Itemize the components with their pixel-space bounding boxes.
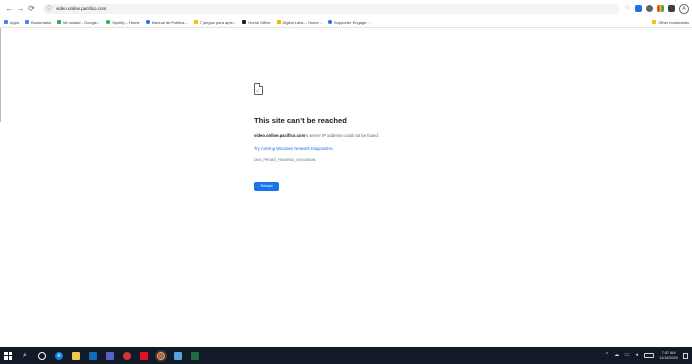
site-icon bbox=[193, 20, 198, 24]
error-description: video.online.pacifico.com’s server IP ad… bbox=[254, 133, 494, 138]
bookmark-item[interactable]: Apps bbox=[4, 20, 19, 25]
window-edge bbox=[0, 28, 1, 122]
bookmark-item[interactable]: Manual de Politica... bbox=[145, 20, 188, 25]
file-explorer-icon[interactable] bbox=[72, 351, 80, 360]
outlook-icon[interactable] bbox=[89, 351, 97, 360]
chevron-up-icon[interactable]: ^ bbox=[604, 353, 609, 358]
network-icon[interactable]: ▭ bbox=[624, 353, 629, 358]
office-icon bbox=[242, 20, 247, 24]
extension-icon[interactable] bbox=[657, 5, 664, 12]
bookmark-item[interactable]: Bookmarks bbox=[25, 20, 51, 25]
drive-icon bbox=[57, 20, 62, 24]
edge-icon[interactable]: e bbox=[55, 351, 63, 360]
bookmark-item[interactable]: Mi unidad - Google... bbox=[57, 20, 100, 25]
app-red-icon[interactable] bbox=[123, 351, 131, 360]
extension-icon[interactable] bbox=[646, 5, 653, 12]
error-host: video.online.pacifico.com bbox=[254, 133, 306, 138]
app-red2-icon[interactable] bbox=[140, 351, 148, 360]
bookmark-star-icon bbox=[25, 20, 30, 24]
bookmark-item[interactable]: 7 juegos para apre... bbox=[193, 20, 236, 25]
bookmarks-bar: Apps Bookmarks Mi unidad - Google... Spo… bbox=[0, 17, 692, 28]
extension-icon[interactable] bbox=[635, 5, 642, 12]
teams-icon[interactable] bbox=[106, 351, 114, 360]
bookmark-item[interactable]: Digital Labs – Home... bbox=[276, 20, 322, 25]
apps-icon bbox=[4, 20, 8, 24]
system-tray: ^ ☁ ▭ ◂ 7:57 AM 11/16/2020 bbox=[599, 351, 688, 360]
site-icon bbox=[276, 20, 281, 24]
windows-taskbar: ⌕ e ^ ☁ ▭ ◂ 7:57 AM 11/16/2020 bbox=[0, 347, 692, 364]
folder-icon bbox=[652, 20, 657, 24]
clock-date: 11/16/2020 bbox=[659, 355, 678, 360]
globe-icon bbox=[327, 20, 332, 24]
onedrive-icon[interactable] bbox=[174, 351, 182, 360]
star-icon[interactable]: ☆ bbox=[624, 5, 631, 12]
bookmark-item[interactable]: Spotify – Home bbox=[106, 20, 140, 25]
volume-icon[interactable]: ◂ bbox=[634, 353, 639, 358]
other-bookmarks[interactable]: Other bookmarks bbox=[652, 20, 689, 25]
clock[interactable]: 7:57 AM 11/16/2020 bbox=[659, 351, 678, 360]
globe-icon bbox=[145, 20, 150, 24]
notification-icon[interactable] bbox=[683, 352, 688, 359]
keyboard-icon[interactable] bbox=[644, 353, 655, 358]
excel-icon[interactable] bbox=[191, 351, 199, 360]
forward-icon[interactable]: → bbox=[15, 3, 26, 14]
reload-icon[interactable]: ⟳ bbox=[26, 3, 37, 14]
reload-button[interactable]: Reload bbox=[254, 182, 279, 191]
chrome-icon[interactable] bbox=[157, 351, 165, 360]
search-icon[interactable]: ⌕ bbox=[21, 352, 29, 360]
bookmark-item[interactable]: Supporter Engage... bbox=[327, 20, 370, 25]
sad-document-icon: :( bbox=[254, 82, 264, 95]
back-icon[interactable]: ← bbox=[4, 3, 15, 14]
browser-toolbar: ← → ⟳ ⓘ video.online.pacifico.com ☆ A bbox=[0, 0, 692, 17]
error-code: DNS_PROBE_FINISHED_NXDOMAIN bbox=[254, 158, 316, 162]
task-view-icon[interactable] bbox=[38, 351, 46, 360]
start-icon[interactable] bbox=[4, 351, 12, 360]
network-diagnostics-link[interactable]: Try running Windows Network Diagnostics. bbox=[254, 146, 494, 151]
address-url[interactable]: video.online.pacifico.com bbox=[56, 6, 106, 11]
spotify-icon bbox=[106, 20, 111, 24]
extension-icon[interactable] bbox=[668, 5, 675, 12]
bookmark-item[interactable]: Home Office bbox=[242, 20, 271, 25]
address-bar[interactable]: ⓘ video.online.pacifico.com bbox=[42, 3, 620, 14]
error-description-text: ’s server IP address could not be found. bbox=[305, 133, 379, 138]
error-title: This site can’t be reached bbox=[254, 116, 347, 125]
cloud-icon[interactable]: ☁ bbox=[614, 353, 619, 358]
error-page: :( This site can’t be reached video.onli… bbox=[254, 82, 494, 191]
profile-icon[interactable]: A bbox=[679, 3, 689, 14]
extensions-area: ☆ A bbox=[620, 3, 689, 14]
clock-time: 7:57 AM bbox=[661, 351, 676, 355]
site-info-icon[interactable]: ⓘ bbox=[46, 4, 54, 13]
